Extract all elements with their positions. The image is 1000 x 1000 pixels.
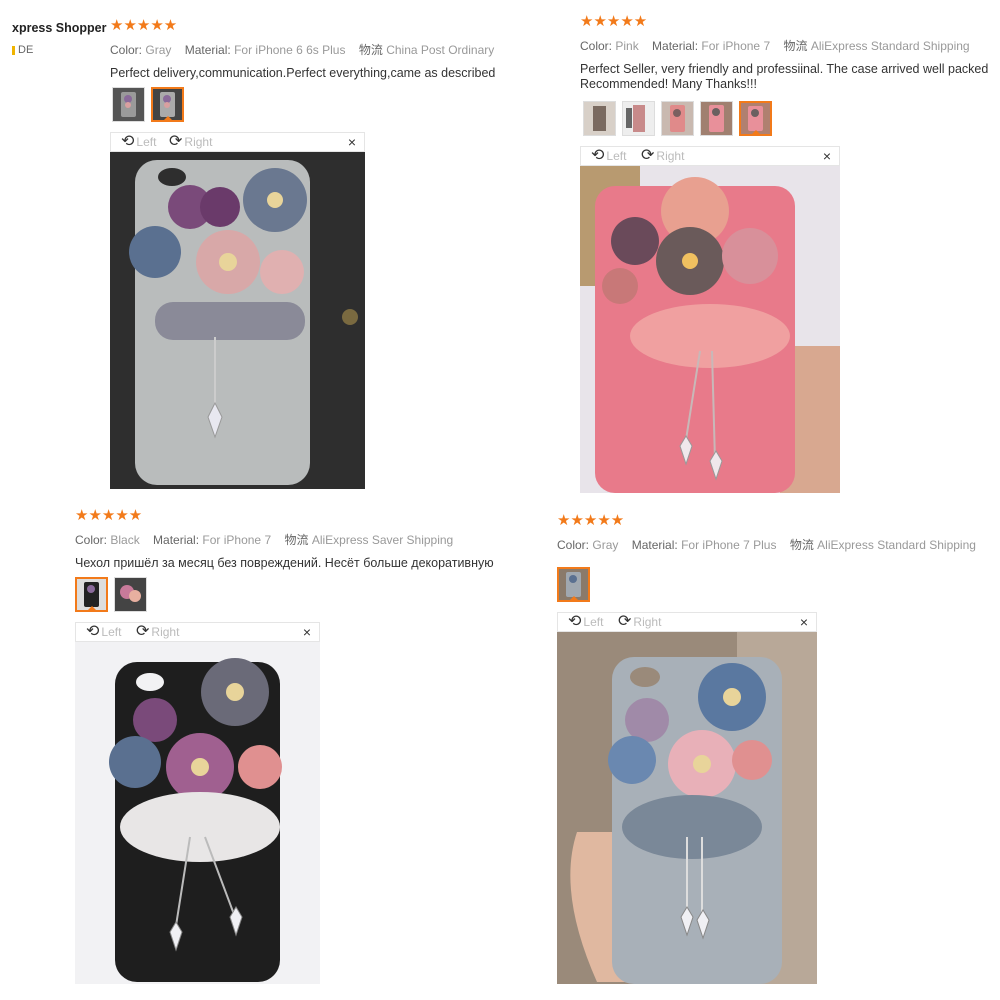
review-thumbnail-selected[interactable] — [739, 101, 772, 136]
review-meta: Color: Black Material: For iPhone 7 物流 A… — [75, 531, 495, 548]
color-value: Gray — [145, 43, 172, 57]
review-2: ★★★★★ Color: Pink Material: For iPhone 7… — [580, 14, 990, 92]
star-rating: ★★★★★ — [110, 17, 178, 34]
country-code: DE — [18, 44, 34, 56]
review-text-line-1: Perfect Seller, very friendly and profes… — [580, 62, 989, 76]
rotate-left-button[interactable]: ⟲ Left — [121, 133, 157, 150]
flag-icon — [12, 45, 15, 55]
review-meta: Color: Gray Material: For iPhone 6 6s Pl… — [110, 41, 500, 58]
rotate-right-label: Right — [151, 625, 180, 639]
review-text-line-2: Recommended! Many Thanks!!! — [580, 77, 757, 91]
rotate-left-label: Left — [606, 149, 627, 163]
review-4-thumbnails — [557, 567, 590, 602]
close-icon[interactable]: × — [303, 624, 311, 640]
review-thumbnail[interactable] — [112, 87, 145, 122]
close-icon[interactable]: × — [823, 148, 831, 164]
rotate-right-label: Right — [656, 149, 685, 163]
color-value: Pink — [615, 39, 639, 53]
color-label: Color: — [75, 533, 108, 547]
rotate-right-button[interactable]: ⟳ Right — [618, 613, 662, 630]
review-thumbnail[interactable] — [622, 101, 655, 136]
shipping-label: 物流 — [789, 538, 814, 552]
rotate-right-icon: ⟳ — [641, 147, 655, 164]
color-value: Black — [110, 533, 140, 547]
rotate-right-icon: ⟳ — [136, 623, 150, 640]
review-thumbnail[interactable] — [661, 101, 694, 136]
material-label: Material: — [153, 533, 200, 547]
shipping-label: 物流 — [358, 43, 383, 57]
reviewer-country: DE — [12, 44, 33, 56]
review-3: ★★★★★ Color: Black Material: For iPhone … — [75, 508, 495, 571]
review-text: Чехол пришёл за месяц без повреждений. Н… — [75, 556, 495, 570]
review-thumbnail-selected[interactable] — [151, 87, 184, 122]
reviewer-name: xpress Shopper — [12, 21, 107, 35]
review-photo — [110, 152, 365, 489]
shipping-value: AliExpress Standard Shipping — [810, 39, 970, 53]
rotate-left-button[interactable]: ⟲ Left — [568, 613, 604, 630]
star-rating: ★★★★★ — [580, 13, 648, 30]
review-thumbnail[interactable] — [114, 577, 147, 612]
rotate-right-label: Right — [184, 135, 213, 149]
image-viewer-toolbar: ⟲ Left ⟳ Right × — [75, 622, 320, 642]
review-photo — [75, 642, 320, 984]
review-1: ★★★★★ Color: Gray Material: For iPhone 6… — [110, 18, 500, 81]
shipping-value: AliExpress Standard Shipping — [817, 538, 976, 552]
rotate-left-icon: ⟲ — [591, 147, 605, 164]
review-thumbnail-selected[interactable] — [75, 577, 108, 612]
material-label: Material: — [652, 39, 699, 53]
rotate-left-button[interactable]: ⟲ Left — [591, 147, 627, 164]
review-2-thumbnails — [583, 101, 772, 136]
rotate-right-icon: ⟳ — [618, 613, 632, 630]
review-thumbnail-selected[interactable] — [557, 567, 590, 602]
review-text: Perfect delivery,communication.Perfect e… — [110, 66, 496, 80]
material-label: Material: — [184, 43, 231, 57]
color-label: Color: — [110, 43, 143, 57]
rotate-left-icon: ⟲ — [86, 623, 100, 640]
review-meta: Color: Gray Material: For iPhone 7 Plus … — [557, 536, 976, 553]
star-rating: ★★★★★ — [557, 512, 625, 529]
color-label: Color: — [557, 538, 590, 552]
material-label: Material: — [631, 538, 678, 552]
rotate-left-label: Left — [101, 625, 122, 639]
close-icon[interactable]: × — [348, 134, 356, 150]
rotate-right-button[interactable]: ⟳ Right — [641, 147, 685, 164]
image-viewer-toolbar: ⟲ Left ⟳ Right × — [557, 612, 817, 632]
material-value: For iPhone 7 — [202, 533, 272, 547]
shipping-label: 物流 — [284, 533, 309, 547]
review-4: ★★★★★ Color: Gray Material: For iPhone 7… — [557, 513, 976, 553]
review-3-thumbnails — [75, 577, 147, 612]
color-value: Gray — [592, 538, 619, 552]
rotate-left-icon: ⟲ — [121, 133, 135, 150]
review-thumbnail[interactable] — [583, 101, 616, 136]
rotate-left-button[interactable]: ⟲ Left — [86, 623, 122, 640]
shipping-value: China Post Ordinary — [386, 43, 495, 57]
rotate-left-icon: ⟲ — [568, 613, 582, 630]
shipping-label: 物流 — [783, 39, 808, 53]
review-photo — [580, 166, 840, 493]
review-meta: Color: Pink Material: For iPhone 7 物流 Al… — [580, 37, 990, 54]
rotate-right-button[interactable]: ⟳ Right — [169, 133, 213, 150]
rotate-right-button[interactable]: ⟳ Right — [136, 623, 180, 640]
star-rating: ★★★★★ — [75, 507, 143, 524]
rotate-left-label: Left — [583, 615, 604, 629]
rotate-right-label: Right — [633, 615, 662, 629]
review-photo — [557, 632, 817, 984]
material-value: For iPhone 6 6s Plus — [234, 43, 346, 57]
rotate-right-icon: ⟳ — [169, 133, 183, 150]
review-1-thumbnails — [112, 87, 184, 122]
material-value: For iPhone 7 Plus — [681, 538, 777, 552]
review-thumbnail[interactable] — [700, 101, 733, 136]
image-viewer-toolbar: ⟲ Left ⟳ Right × — [580, 146, 840, 166]
material-value: For iPhone 7 — [701, 39, 771, 53]
close-icon[interactable]: × — [800, 614, 808, 630]
image-viewer-toolbar: ⟲ Left ⟳ Right × — [110, 132, 365, 152]
rotate-left-label: Left — [136, 135, 157, 149]
shipping-value: AliExpress Saver Shipping — [311, 533, 454, 547]
color-label: Color: — [580, 39, 613, 53]
